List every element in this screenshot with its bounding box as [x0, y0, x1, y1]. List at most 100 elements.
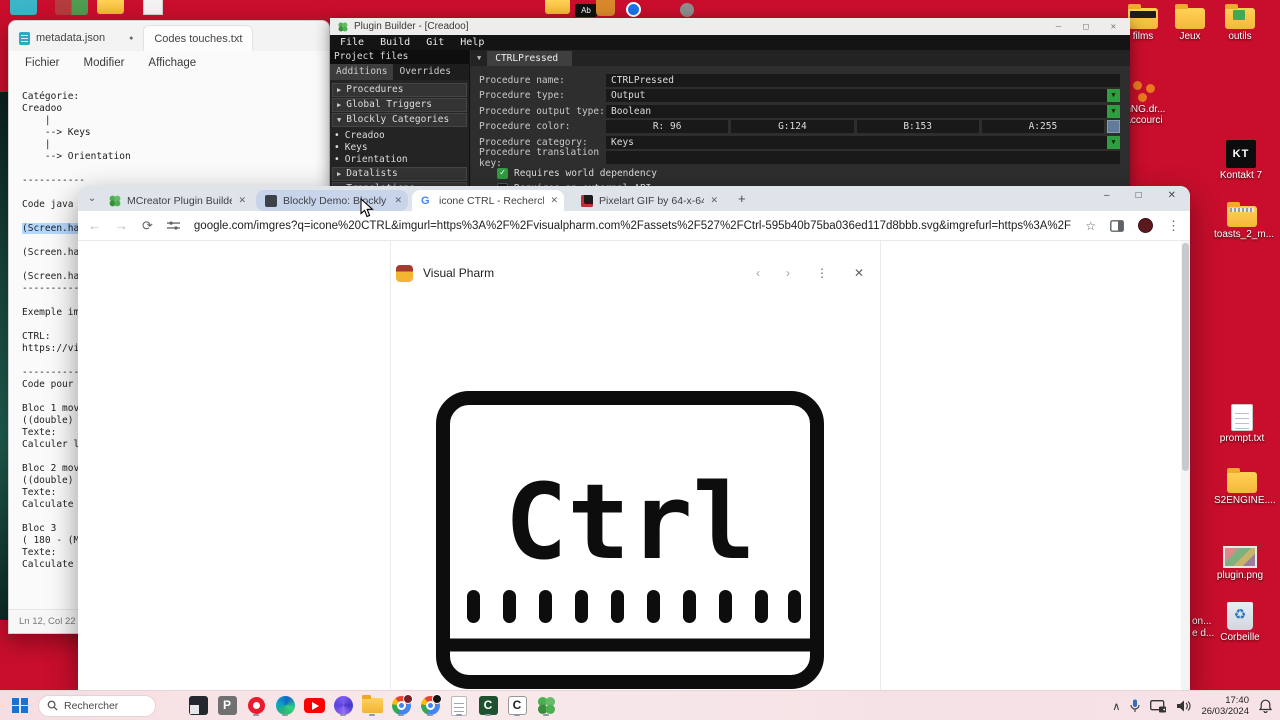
tree-item-blockly-categories[interactable]: ▼ Blockly Categories — [332, 113, 467, 127]
menu-file[interactable]: File — [340, 37, 364, 48]
taskbar-app-white-c[interactable]: C — [506, 695, 528, 717]
desktop-icon-s2engine[interactable]: S2ENGINE.... — [1214, 468, 1276, 506]
color-swatch[interactable] — [1107, 120, 1120, 133]
procedure-category-select[interactable]: Keys ▼ — [606, 135, 1120, 149]
menu-affichage[interactable]: Affichage — [148, 57, 196, 69]
tab-close-icon[interactable]: ✕ — [710, 195, 718, 206]
taskbar-app-opera[interactable] — [245, 695, 267, 717]
panel-more-icon[interactable]: ⋮ — [816, 266, 828, 280]
taskbar-app-notepad[interactable] — [448, 695, 470, 717]
tab-codes-touches[interactable]: Codes touches.txt — [143, 25, 254, 51]
new-tab-button[interactable]: + — [738, 191, 746, 206]
site-settings-icon[interactable] — [166, 220, 180, 231]
close-button[interactable]: ✕ — [1111, 22, 1116, 32]
cast-display-icon[interactable] — [1150, 699, 1167, 713]
taskbar-app-chrome-2[interactable] — [419, 694, 442, 717]
taskbar-app-youtube[interactable] — [303, 695, 325, 717]
taskbar-search[interactable]: Rechercher — [38, 694, 156, 717]
desktop-icon-prompt-txt[interactable]: prompt.txt — [1214, 404, 1270, 444]
minimize-button[interactable]: – — [1104, 190, 1110, 201]
url-bar[interactable]: google.com/imgres?q=icone%20CTRL&imgurl=… — [194, 220, 1071, 232]
taskbar-app-p[interactable]: P — [216, 695, 238, 717]
side-panel-icon[interactable] — [1110, 219, 1124, 232]
desktop-fragment-document[interactable] — [143, 0, 163, 15]
color-a-input[interactable]: A:255 — [981, 120, 1104, 133]
taskbar-clock[interactable]: 17:40 26/03/2024 — [1201, 695, 1249, 717]
desktop-icon-recycle-bin[interactable]: Corbeille — [1212, 602, 1268, 643]
translation-key-input[interactable] — [606, 151, 1120, 164]
browser-tab-mcreator[interactable]: MCreator Plugin Builder - Plug ✕ — [100, 190, 252, 211]
desktop-icon-plugin-png[interactable]: plugin.png — [1212, 546, 1268, 581]
desktop-fragment-icon[interactable] — [596, 0, 615, 16]
color-r-input[interactable]: R: 96 — [606, 120, 729, 133]
forward-button[interactable]: → — [115, 218, 128, 233]
desktop-icon-kontakt[interactable]: KT Kontakt 7 — [1213, 140, 1269, 181]
tree-item-orientation[interactable]: • Orientation — [334, 154, 467, 165]
desktop-fragment-icon[interactable] — [10, 0, 37, 15]
maximize-button[interactable]: □ — [1083, 22, 1088, 32]
desktop-fragment-folder[interactable] — [545, 0, 570, 14]
back-button[interactable]: ← — [88, 218, 101, 233]
taskbar-app-mcreator[interactable] — [535, 695, 557, 717]
tab-additions[interactable]: Additions — [330, 64, 394, 80]
browser-tab-icone-ctrl[interactable]: G icone CTRL - Recherche Google ✕ — [412, 190, 564, 211]
panel-close-icon[interactable]: ✕ — [854, 266, 864, 280]
plugin-builder-titlebar[interactable]: Plugin Builder - [Creadoo] – □ ✕ — [330, 18, 1130, 35]
procedure-name-input[interactable]: CTRLPressed — [606, 73, 1120, 87]
tab-close-icon[interactable]: ✕ — [394, 195, 402, 206]
tab-overrides[interactable]: Overrides — [393, 64, 456, 80]
menu-fichier[interactable]: Fichier — [25, 57, 60, 69]
taskbar-app-green-c[interactable]: C — [477, 695, 499, 717]
microphone-icon[interactable] — [1130, 699, 1141, 713]
speaker-icon[interactable] — [1177, 700, 1191, 712]
prev-image-icon[interactable]: ‹ — [756, 266, 760, 280]
desktop-fragment-icon[interactable] — [680, 3, 694, 17]
editor-tab-ctrlpressed[interactable]: CTRLPressed — [487, 50, 573, 66]
procedure-type-select[interactable]: Output ▼ — [606, 89, 1120, 102]
desktop-fragment-icon[interactable] — [626, 2, 641, 17]
tab-metadata-json[interactable]: metadata.json ● — [9, 25, 143, 51]
collapse-icon[interactable]: ▼ — [477, 54, 481, 62]
taskbar-app-purple[interactable] — [332, 695, 354, 717]
scrollbar-thumb[interactable] — [1182, 243, 1189, 471]
ctrl-key-image[interactable]: Ctrl — [435, 390, 825, 690]
desktop-icon-jeux[interactable]: Jeux — [1162, 4, 1218, 42]
taskbar-app-chrome-1[interactable] — [390, 694, 413, 717]
tab-close-icon[interactable]: ✕ — [550, 195, 558, 206]
reload-button[interactable]: ⟳ — [142, 218, 153, 234]
browser-tab-pixelart[interactable]: Pixelart GIF by 64-x-64 pixel ch ✕ — [572, 190, 724, 211]
checkbox-checked-icon[interactable]: ✓ — [497, 167, 508, 179]
profile-avatar[interactable] — [1138, 218, 1153, 233]
dropdown-arrow-icon[interactable]: ▼ — [1107, 104, 1120, 118]
color-b-input[interactable]: B:153 — [856, 120, 979, 133]
start-button[interactable] — [12, 697, 28, 714]
tree-item-procedures[interactable]: ▶ Procedures — [332, 83, 467, 97]
scrollbar[interactable] — [1181, 241, 1190, 690]
browser-tab-blockly[interactable]: Blockly Demo: Blockly Develop ✕ — [256, 190, 408, 211]
desktop-fragment-icon[interactable] — [55, 0, 88, 15]
procedure-output-type-select[interactable]: Boolean ▼ — [606, 104, 1120, 118]
tree-item-keys[interactable]: • Keys — [334, 142, 467, 153]
hidden-icons-chevron[interactable]: ∧ — [1112, 700, 1120, 713]
dropdown-arrow-icon[interactable]: ▼ — [1107, 135, 1120, 149]
color-g-input[interactable]: G:124 — [731, 120, 854, 133]
desktop-icon-toasts-zip[interactable]: toasts_2_m... — [1214, 202, 1274, 240]
maximize-button[interactable]: □ — [1136, 190, 1142, 201]
menu-modifier[interactable]: Modifier — [84, 57, 125, 69]
desktop-icon-outils[interactable]: outils — [1212, 4, 1268, 42]
tab-close-icon[interactable]: ✕ — [238, 195, 246, 206]
dropdown-arrow-icon[interactable]: ▼ — [1107, 89, 1120, 102]
tree-item-creadoo[interactable]: • Creadoo — [334, 130, 467, 141]
desktop-fragment-ab-icon[interactable]: Ab — [575, 4, 597, 17]
taskbar-app-photos[interactable] — [187, 695, 209, 717]
menu-git[interactable]: Git — [426, 37, 444, 48]
bookmark-star-icon[interactable]: ☆ — [1085, 219, 1096, 233]
taskbar-app-teal[interactable] — [274, 695, 296, 717]
notification-bell-icon[interactable] — [1259, 699, 1272, 713]
tab-search-chevron-icon[interactable]: ⌄ — [84, 191, 100, 207]
taskbar-app-explorer[interactable] — [361, 695, 383, 717]
desktop-fragment-folder[interactable] — [97, 0, 124, 14]
close-button[interactable]: ✕ — [1168, 190, 1176, 201]
menu-kebab-icon[interactable]: ⋮ — [1167, 218, 1180, 234]
menu-help[interactable]: Help — [460, 37, 484, 48]
